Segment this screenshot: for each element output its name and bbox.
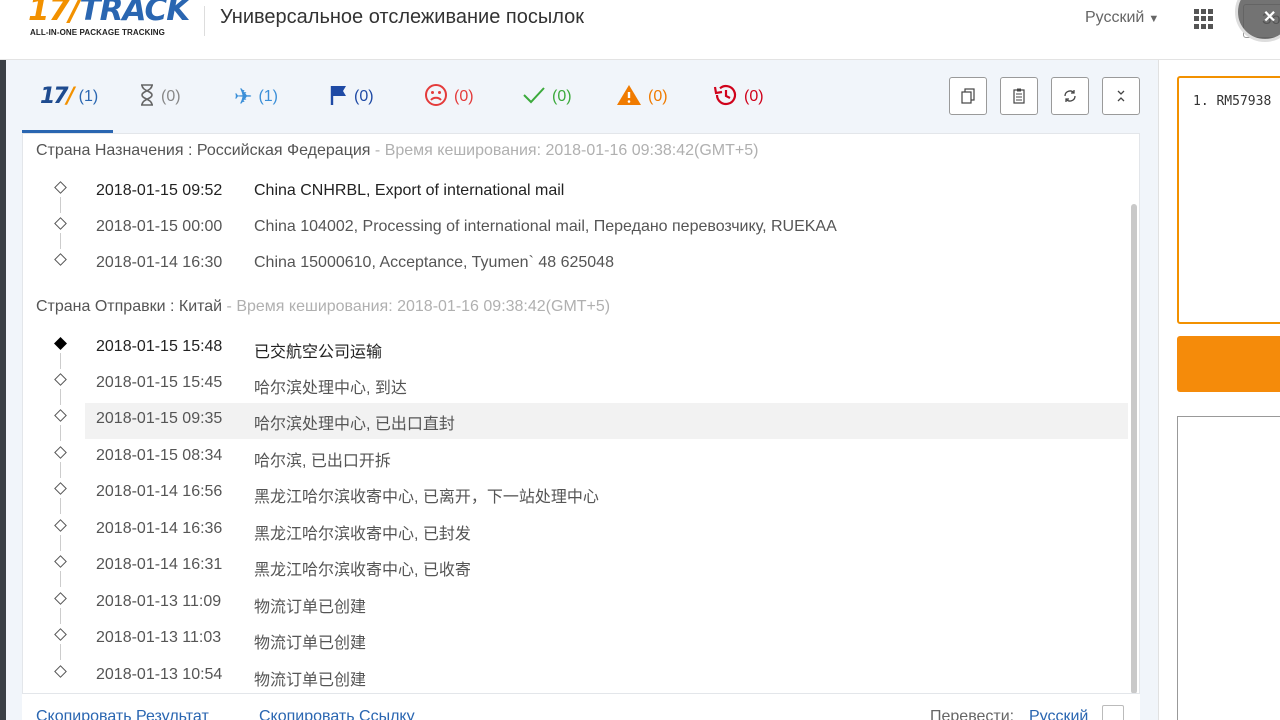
tab-undelivered[interactable]: (0) <box>424 82 474 112</box>
collapse-icon <box>1117 90 1125 102</box>
collapse-button[interactable] <box>1102 77 1140 115</box>
tab-in-transit[interactable]: ✈ (1) <box>234 82 278 112</box>
track-button[interactable] <box>1177 336 1280 392</box>
language-selector[interactable]: Русский ▼ <box>1085 9 1159 27</box>
timeline-diamond-icon <box>54 337 67 350</box>
timeline-diamond-icon <box>54 373 67 386</box>
copy-button[interactable] <box>949 77 987 115</box>
translate-checkbox[interactable] <box>1102 705 1124 720</box>
tracking-number-input[interactable]: 1. RM57938 <box>1177 76 1280 324</box>
tab-alert[interactable]: (0) <box>616 82 668 112</box>
tab-pickup[interactable]: (0) <box>330 82 374 112</box>
copy-icon <box>961 88 975 104</box>
close-icon[interactable]: ✕ <box>1235 0 1280 42</box>
timeline-event: 2018-01-13 11:09 物流订单已创建 <box>23 586 1128 624</box>
timeline-diamond-icon <box>54 217 67 230</box>
logo-tagline: ALL-IN-ONE PACKAGE TRACKING <box>30 28 165 37</box>
timeline-diamond-icon <box>54 253 67 266</box>
timeline-event: 2018-01-15 08:34 哈尔滨, 已出口开拆 <box>23 440 1128 478</box>
timeline-event: 2018-01-15 09:35 哈尔滨处理中心, 已出口直封 <box>54 403 1128 441</box>
timeline-diamond-icon <box>54 446 67 459</box>
timeline-diamond-icon <box>54 665 67 678</box>
tracking-result-card: Страна Назначения : Российская Федерация… <box>22 133 1140 720</box>
translate-language-link[interactable]: Русский <box>1029 708 1088 720</box>
timeline-event: 2018-01-14 16:56 黑龙江哈尔滨收寄中心, 已离开，下一站处理中心 <box>23 476 1128 514</box>
timeline-diamond-icon <box>54 592 67 605</box>
timeline-diamond-icon <box>54 482 67 495</box>
refresh-icon <box>1064 90 1076 102</box>
17track-logo[interactable]: 17/TRACK ALL-IN-ONE PACKAGE TRACKING <box>28 0 190 37</box>
paste-button[interactable] <box>1000 77 1038 115</box>
timeline-event: 2018-01-14 16:31 黑龙江哈尔滨收寄中心, 已收寄 <box>23 549 1128 587</box>
check-icon <box>522 86 546 108</box>
apps-grid-icon[interactable] <box>1194 9 1214 29</box>
side-ad-box <box>1177 416 1280 720</box>
timeline-diamond-icon <box>54 409 67 422</box>
timeline-diamond-icon <box>54 628 67 641</box>
timeline-diamond-icon <box>54 181 67 194</box>
timeline-event: 2018-01-13 11:03 物流订单已创建 <box>23 622 1128 660</box>
timeline-diamond-icon <box>54 555 67 568</box>
timeline-event: 2018-01-13 10:54 物流订单已创建 <box>23 659 1128 695</box>
language-label: Русский <box>1085 9 1145 26</box>
top-header: 17/TRACK ALL-IN-ONE PACKAGE TRACKING Уни… <box>0 0 1280 60</box>
translate-label: Перевести: <box>930 708 1015 720</box>
logo-wordmark: 17/TRACK <box>28 0 190 28</box>
copy-link-link[interactable]: Скопировать Ссылку <box>259 708 415 720</box>
origin-header: Страна Отправки : Китай - Время кеширова… <box>36 298 611 315</box>
timeline-event: 2018-01-15 15:45 哈尔滨处理中心, 到达 <box>23 367 1128 405</box>
tab-all[interactable]: 17/(1) <box>40 82 98 112</box>
page-title: Универсальное отслеживание посылок <box>220 6 584 28</box>
expired-icon <box>712 83 738 111</box>
timeline-diamond-icon <box>54 519 67 532</box>
refresh-button[interactable] <box>1051 77 1089 115</box>
timeline-event: 2018-01-15 00:00 China 104002, Processin… <box>23 211 1128 249</box>
left-edge-strip <box>0 60 6 720</box>
vertical-scrollbar[interactable] <box>1131 204 1137 694</box>
copy-result-link[interactable]: Скопировать Результат <box>36 708 209 720</box>
result-footer: Скопировать Результат Скопировать Ссылку… <box>22 693 1140 720</box>
timeline-event: 2018-01-14 16:30 China 15000610, Accepta… <box>23 247 1128 283</box>
timeline-event: 2018-01-15 09:52 China CNHRBL, Export of… <box>23 175 1128 213</box>
tab-not-found[interactable]: (0) <box>139 82 181 112</box>
warning-icon <box>616 84 642 110</box>
hourglass-icon <box>139 84 155 110</box>
caret-down-icon: ▼ <box>1148 13 1160 25</box>
17-logo-icon: 17/ <box>40 84 75 109</box>
header-divider <box>204 6 205 36</box>
destination-header: Страна Назначения : Российская Федерация… <box>36 142 759 159</box>
plane-icon: ✈ <box>234 84 253 109</box>
sad-face-icon <box>424 83 448 111</box>
paste-icon <box>1013 88 1025 104</box>
timeline-event: 2018-01-15 15:48 已交航空公司运输 <box>23 331 1128 369</box>
flag-icon <box>330 85 348 109</box>
tab-expired[interactable]: (0) <box>712 82 764 112</box>
tab-delivered[interactable]: (0) <box>522 82 572 112</box>
timeline-event: 2018-01-14 16:36 黑龙江哈尔滨收寄中心, 已封发 <box>23 513 1128 551</box>
